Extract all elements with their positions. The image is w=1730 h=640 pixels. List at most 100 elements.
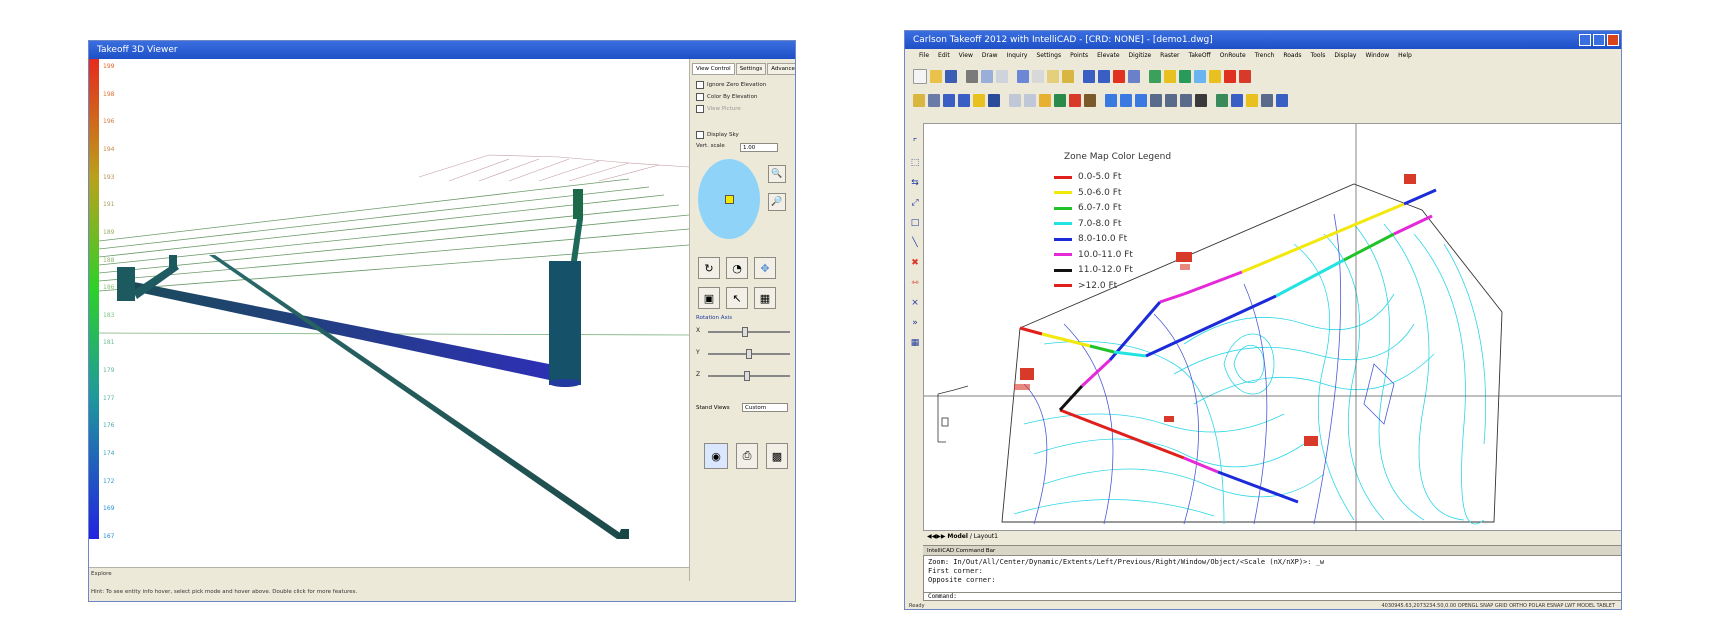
calculator-icon[interactable] <box>1246 93 1258 107</box>
user-icon[interactable] <box>1216 93 1228 107</box>
menu-item-digitize[interactable]: Digitize <box>1129 49 1152 63</box>
help-icon[interactable] <box>1128 69 1140 83</box>
table-icon[interactable] <box>1195 93 1207 107</box>
orbit-icon[interactable]: ◔ <box>726 257 748 279</box>
minimize-icon[interactable] <box>1579 34 1591 46</box>
menu-item-raster[interactable]: Raster <box>1160 49 1179 63</box>
stand-views-select[interactable]: Custom <box>742 403 788 412</box>
info-icon[interactable] <box>1276 93 1288 107</box>
trench-icon[interactable] <box>1039 93 1051 107</box>
tab-view-control[interactable]: View Control <box>692 63 735 75</box>
print-icon-cad[interactable] <box>966 69 978 83</box>
view-picture-checkbox[interactable]: View Picture <box>696 105 741 113</box>
cut-icon[interactable] <box>1017 69 1029 83</box>
open-file-icon[interactable] <box>930 69 942 83</box>
y-rotation-slider[interactable]: Y <box>696 349 794 359</box>
stretch-tool-icon[interactable]: ⤢ <box>909 197 921 209</box>
arc-tool-icon[interactable]: ╲ <box>909 237 921 249</box>
profile-icon[interactable] <box>1165 93 1177 107</box>
contour-icon[interactable] <box>973 93 985 107</box>
menu-item-settings[interactable]: Settings <box>1036 49 1061 63</box>
menu-item-trench[interactable]: Trench <box>1255 49 1275 63</box>
elevation-icon[interactable] <box>1024 93 1036 107</box>
zoom-in-icon[interactable]: 🔍 <box>768 165 786 183</box>
site-plan[interactable] <box>924 124 1622 532</box>
menu-item-display[interactable]: Display <box>1334 49 1356 63</box>
spell-check-icon[interactable] <box>996 69 1008 83</box>
hatch-tool-icon[interactable]: ▦ <box>909 337 921 349</box>
settings-icon[interactable] <box>1231 93 1243 107</box>
menu-item-file[interactable]: File <box>919 49 929 63</box>
offset-tool-icon[interactable]: ⇆ <box>909 177 921 189</box>
surface-icon[interactable] <box>988 93 1000 107</box>
properties-icon[interactable] <box>1179 69 1191 83</box>
ignore-zero-elevation-checkbox[interactable]: Ignore Zero Elevation <box>696 81 766 89</box>
raise-icon[interactable] <box>1105 93 1117 107</box>
pan-icon[interactable]: ✥ <box>754 257 776 279</box>
menu-item-points[interactable]: Points <box>1070 49 1088 63</box>
volume-icon[interactable] <box>1054 93 1066 107</box>
viewer-3d-viewport[interactable]: 199 198 196 194 193 191 189 188 186 183 181 179 177 1… <box>89 59 690 567</box>
save-icon[interactable] <box>945 69 957 83</box>
menu-item-elevate[interactable]: Elevate <box>1097 49 1119 63</box>
menu-item-draw[interactable]: Draw <box>982 49 998 63</box>
explore-icon[interactable] <box>1224 69 1236 83</box>
camera-icon[interactable]: ▣ <box>698 287 720 309</box>
navigation-sphere[interactable] <box>698 159 760 239</box>
takeoff-icon[interactable] <box>913 93 925 107</box>
redo-icon[interactable] <box>1098 69 1110 83</box>
close-icon[interactable] <box>1607 34 1619 46</box>
lower-icon[interactable] <box>1120 93 1132 107</box>
line-tool-icon[interactable]: ⌜ <box>909 137 921 149</box>
menu-item-view[interactable]: View <box>959 49 973 63</box>
rectangle-tool-icon[interactable]: ⬚ <box>909 157 921 169</box>
box-tool-icon[interactable]: □ <box>909 217 921 229</box>
3d-viewer-icon[interactable] <box>1261 93 1273 107</box>
chamfer-tool-icon[interactable]: » <box>909 317 921 329</box>
zoom-out-icon[interactable]: 🔎 <box>768 193 786 211</box>
area-icon[interactable] <box>958 93 970 107</box>
menu-item-roads[interactable]: Roads <box>1283 49 1301 63</box>
paste-icon[interactable] <box>1047 69 1059 83</box>
new-file-icon[interactable] <box>913 68 927 84</box>
record-icon[interactable]: ◉ <box>704 443 728 469</box>
color-by-elevation-checkbox[interactable]: Color By Elevation <box>696 93 757 101</box>
fit-view-icon[interactable]: ▦ <box>754 287 776 309</box>
print-icon[interactable]: ⎙ <box>736 443 758 469</box>
menu-item-window[interactable]: Window <box>1365 49 1389 63</box>
cad-drawing-area[interactable]: Zone Map Color Legend 0.0-5.0 Ft 5.0-6.0 … <box>923 123 1622 532</box>
match-properties-icon[interactable] <box>1062 69 1074 83</box>
extend-tool-icon[interactable]: ⇿ <box>909 277 921 289</box>
menu-item-tools[interactable]: Tools <box>1311 49 1326 63</box>
triangulate-icon[interactable] <box>1009 93 1021 107</box>
vert-scale-field[interactable]: 1.00 <box>740 143 778 152</box>
tab-advanced[interactable]: Advanced <box>767 63 795 75</box>
tab-layout1[interactable]: Layout1 <box>974 533 998 540</box>
polyline-icon[interactable] <box>943 93 955 107</box>
command-input[interactable]: Command: <box>923 593 1621 601</box>
layer-state-icon[interactable] <box>1164 69 1176 83</box>
structure-icon[interactable] <box>1084 93 1096 107</box>
menu-item-takeoff[interactable]: TakeOff <box>1189 49 1211 63</box>
undo-icon[interactable] <box>1083 69 1095 83</box>
delete-icon[interactable] <box>1113 69 1125 83</box>
move-icon[interactable] <box>1135 93 1147 107</box>
menu-item-edit[interactable]: Edit <box>938 49 950 63</box>
trim-tool-icon[interactable]: ✖ <box>909 257 921 269</box>
layer-icon[interactable] <box>1149 69 1161 83</box>
rotate-view-icon[interactable]: ↻ <box>698 257 720 279</box>
pipe-icon[interactable] <box>1069 93 1081 107</box>
section-icon[interactable] <box>1180 93 1192 107</box>
menu-item-inquiry[interactable]: Inquiry <box>1007 49 1028 63</box>
display-sky-checkbox[interactable]: Display Sky <box>696 131 739 139</box>
menu-item-onroute[interactable]: OnRoute <box>1220 49 1246 63</box>
viewer-3d-scene[interactable] <box>89 59 690 567</box>
menu-item-help[interactable]: Help <box>1398 49 1412 63</box>
tab-nav-arrows[interactable]: ◀◀▶▶ <box>927 533 947 540</box>
report-icon[interactable] <box>1150 93 1162 107</box>
z-rotation-slider[interactable]: Z <box>696 371 794 381</box>
export-icon[interactable]: ▩ <box>766 443 788 469</box>
color-icon[interactable] <box>1194 69 1206 83</box>
fillet-tool-icon[interactable]: ⨯ <box>909 297 921 309</box>
copy-icon[interactable] <box>1032 69 1044 83</box>
